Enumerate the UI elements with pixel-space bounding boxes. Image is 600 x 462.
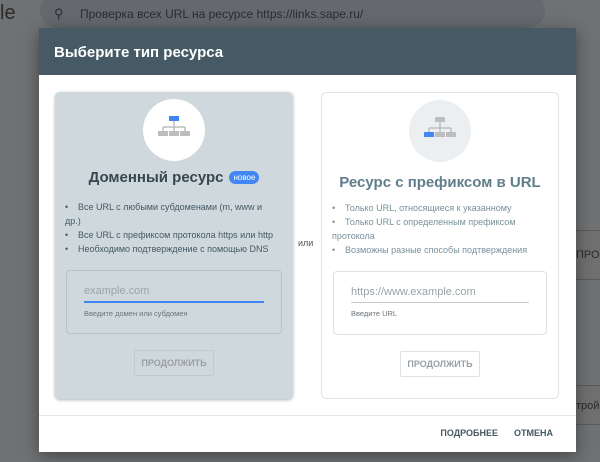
- new-badge: новое: [229, 171, 260, 184]
- background-text-fragment: тройс: [576, 385, 600, 425]
- or-label: или: [298, 238, 314, 248]
- search-text: Проверка всех URL на ресурсе https://lin…: [80, 7, 364, 21]
- domain-bullet: Все URL с любыми субдоменами (m, www и д…: [65, 200, 279, 228]
- dialog-title: Выберите тип ресурса: [39, 28, 576, 75]
- prefix-title: Ресурс с префиксом в URL: [339, 174, 541, 191]
- domain-bullet: Необходимо подтверждение с помощью DNS: [65, 242, 279, 256]
- url-input[interactable]: [351, 272, 529, 303]
- domain-resource-card[interactable]: Доменный ресурс новое Все URL с любыми су…: [55, 92, 293, 399]
- prefix-bullet: Возможны разные способы подтверждения: [332, 243, 544, 257]
- cancel-button[interactable]: ОТМЕНА: [514, 428, 553, 438]
- search-icon: ⚲: [54, 6, 64, 21]
- prefix-sitemap-icon: [409, 100, 471, 162]
- inspect-url-search[interactable]: ⚲ Проверка всех URL на ресурсе https://li…: [40, 0, 545, 28]
- app-logo-fragment: le: [0, 2, 16, 24]
- domain-title: Доменный ресурс: [88, 169, 224, 186]
- domain-hint: Введите домен или субдомен: [84, 309, 188, 318]
- domain-bullet: Все URL с префиксом протокола https или …: [65, 228, 279, 242]
- url-prefix-card[interactable]: Ресурс с префиксом в URL Только URL, отн…: [321, 92, 559, 399]
- learn-more-button[interactable]: ПОДРОБНЕЕ: [440, 428, 498, 438]
- footer-divider: [39, 415, 576, 416]
- domain-continue-button[interactable]: ПРОДОЛЖИТЬ: [134, 350, 214, 376]
- prefix-continue-button[interactable]: ПРОДОЛЖИТЬ: [400, 351, 480, 377]
- url-hint: Введите URL: [351, 309, 398, 318]
- domain-input[interactable]: [84, 271, 264, 303]
- domain-sitemap-icon: [143, 99, 205, 161]
- prefix-bullet: Только URL с определенным префиксом прот…: [332, 215, 544, 243]
- resource-type-dialog: Выберите тип ресурса Доменный ресурс ново…: [39, 28, 576, 452]
- prefix-bullet: Только URL, относящиеся к указанному: [332, 201, 544, 215]
- background-button-fragment: ПРОС: [576, 230, 600, 280]
